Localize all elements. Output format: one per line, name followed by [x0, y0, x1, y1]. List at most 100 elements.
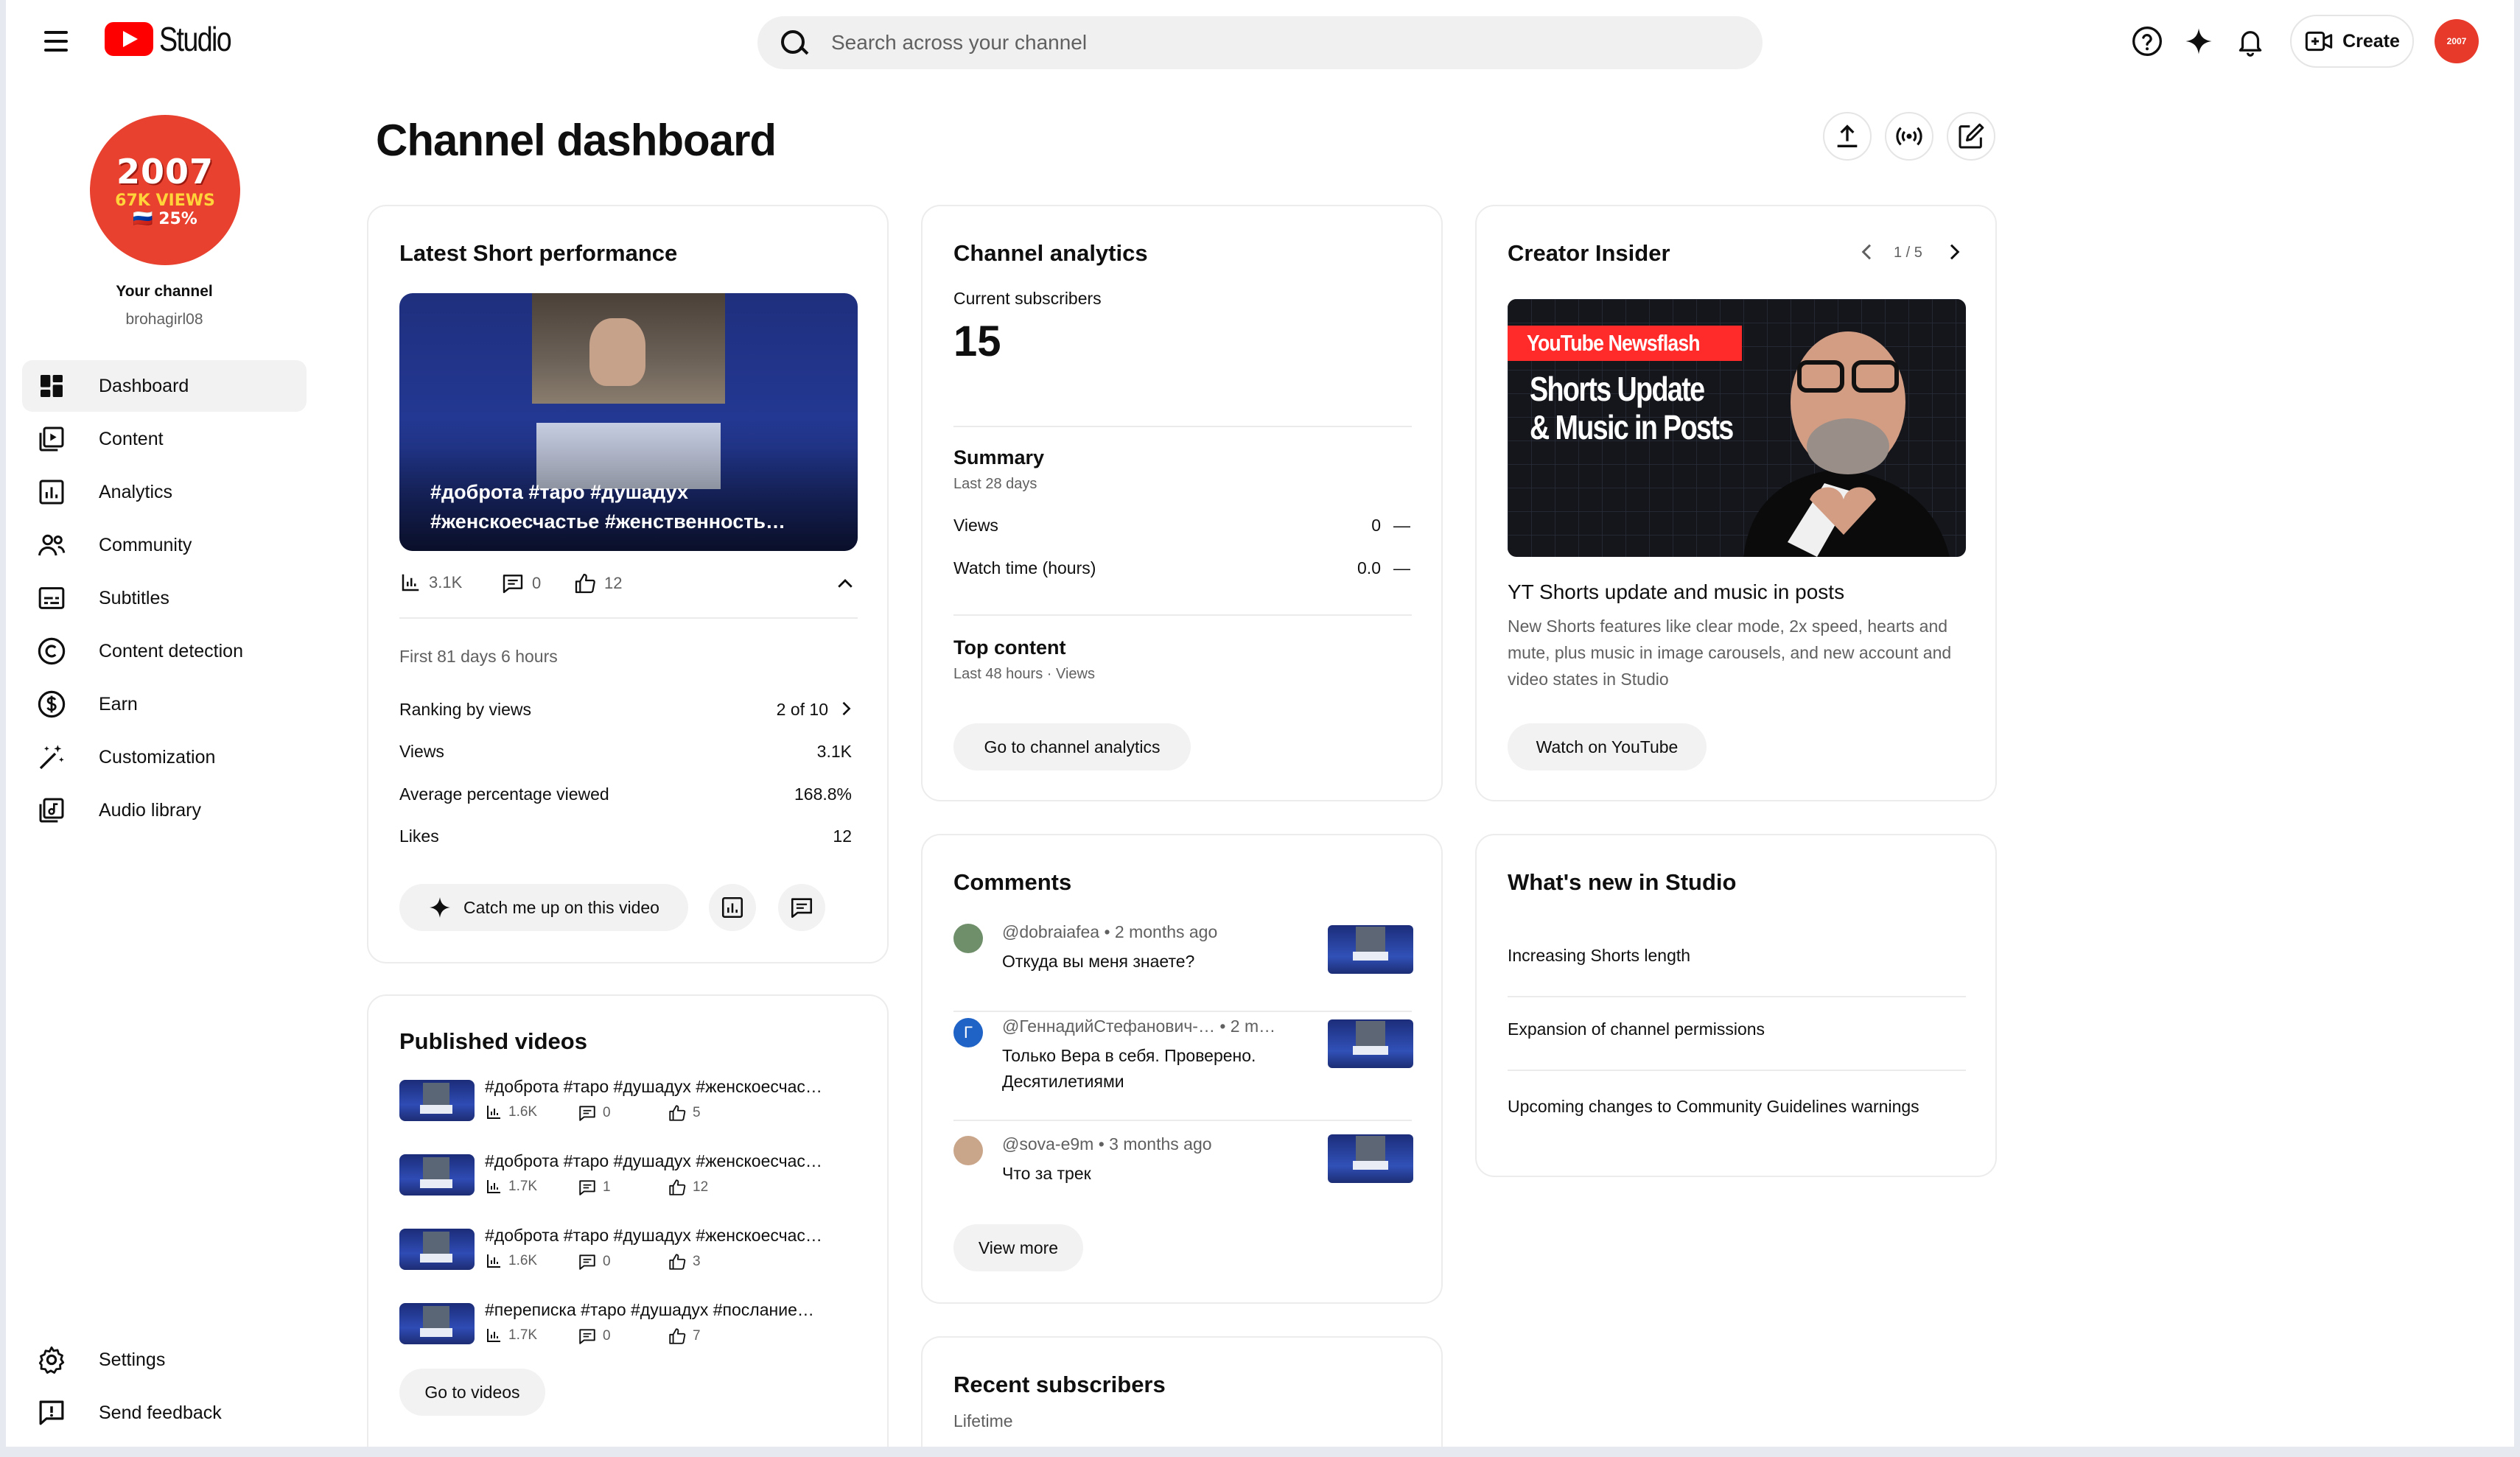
- video-title: #переписка #таро #душадух #послание…: [485, 1300, 814, 1319]
- sidebar-item-customization[interactable]: Customization: [22, 731, 307, 783]
- video-comments-button[interactable]: [778, 884, 825, 931]
- sidebar-item-analytics[interactable]: Analytics: [22, 466, 307, 518]
- summary-metric-value: 0.0: [1357, 558, 1381, 577]
- sidebar-item-community[interactable]: Community: [22, 519, 307, 571]
- create-button[interactable]: Create: [2290, 15, 2414, 68]
- go-to-videos-label: Go to videos: [424, 1382, 520, 1402]
- metric-value: 168.8%: [794, 784, 852, 804]
- copyright-icon: [35, 635, 68, 667]
- trend-indicator: —: [1393, 516, 1410, 535]
- short-comments-value: 0: [532, 574, 542, 592]
- sidebar-item-content[interactable]: Content: [22, 413, 307, 465]
- studio-logo-text: Studio: [159, 20, 232, 58]
- upload-button[interactable]: [1823, 112, 1872, 161]
- search-icon[interactable]: [778, 27, 809, 58]
- search-input[interactable]: [831, 31, 1642, 55]
- bar-chart-icon: [487, 1180, 500, 1193]
- bar-chart-icon: [487, 1254, 500, 1268]
- notifications-bell-icon[interactable]: [2231, 22, 2269, 60]
- youtube-play-icon: [105, 22, 153, 56]
- go-to-videos-button[interactable]: Go to videos: [399, 1369, 545, 1416]
- sidebar-item-dashboard[interactable]: Dashboard: [22, 360, 307, 412]
- menu-icon[interactable]: [34, 21, 78, 62]
- divider: [953, 426, 1412, 427]
- thumbs-up-icon: [669, 1105, 686, 1121]
- latest-short-card: Latest Short performance #доброта #таро …: [367, 205, 889, 963]
- analytics-icon: [721, 896, 743, 919]
- audio-library-icon: [35, 794, 68, 826]
- help-icon[interactable]: [2128, 22, 2166, 60]
- comment-author: @sova-e9m: [1002, 1134, 1094, 1154]
- banner-headline: Shorts Update & Music in Posts: [1530, 370, 1734, 446]
- go-live-button[interactable]: [1885, 112, 1933, 161]
- video-list-item[interactable]: #доброта #таро #душадух #женскоесчас… 1.…: [399, 1077, 864, 1136]
- comment-item[interactable]: Г @ГеннадийСтефанович-… • 2 m… Только Ве…: [953, 1017, 1418, 1112]
- ranking-value[interactable]: 2 of 10: [777, 700, 828, 720]
- comment-text: Что за трек: [1002, 1164, 1091, 1183]
- video-likes-value: 3: [693, 1254, 701, 1269]
- collapse-chevron-icon[interactable]: [834, 573, 856, 595]
- channel-avatar-line2: 67K VIEWS: [115, 192, 215, 210]
- catch-me-up-button[interactable]: Catch me up on this video: [399, 884, 688, 931]
- account-avatar[interactable]: 2007: [2435, 19, 2479, 63]
- go-to-channel-analytics-button[interactable]: Go to channel analytics: [953, 723, 1191, 770]
- catch-me-up-label: Catch me up on this video: [463, 897, 659, 917]
- banner-headline-line2: & Music in Posts: [1530, 408, 1734, 446]
- sidebar-item-label: Earn: [99, 693, 138, 715]
- watch-on-youtube-button[interactable]: Watch on YouTube: [1508, 723, 1707, 770]
- video-list-item[interactable]: #переписка #таро #душадух #послание… 1.7…: [399, 1300, 864, 1359]
- video-likes-stat: 7: [668, 1327, 701, 1346]
- creator-insider-thumbnail[interactable]: YouTube Newsflash Shorts Update & Music …: [1508, 299, 1966, 557]
- sidebar-item-earn[interactable]: Earn: [22, 678, 307, 730]
- short-thumbnail[interactable]: #доброта #таро #душадух #женскоесчастье …: [399, 293, 858, 551]
- card-title: Channel analytics: [953, 240, 1148, 266]
- studio-logo[interactable]: Studio: [105, 19, 246, 59]
- sidebar-item-audio-library[interactable]: Audio library: [22, 784, 307, 836]
- view-more-button[interactable]: View more: [953, 1224, 1083, 1271]
- comment-item[interactable]: @sova-e9m • 3 months ago Что за трек: [953, 1134, 1418, 1208]
- bar-chart-icon: [487, 1106, 500, 1119]
- comment-item[interactable]: @dobraiafea • 2 months ago Откуда вы мен…: [953, 922, 1418, 1003]
- sidebar-item-subtitles[interactable]: Subtitles: [22, 572, 307, 624]
- whats-new-item[interactable]: Expansion of channel permissions: [1508, 1019, 1765, 1039]
- chevron-right-icon[interactable]: [1942, 240, 1966, 264]
- channel-avatar[interactable]: 2007 67K VIEWS 🇷🇺 25%: [90, 115, 240, 265]
- ranking-label: Ranking by views: [399, 700, 531, 719]
- create-video-icon: [2305, 31, 2333, 52]
- sidebar-item-send-feedback[interactable]: Send feedback: [22, 1387, 307, 1439]
- search-bar[interactable]: [757, 16, 1763, 69]
- trend-indicator: —: [1393, 558, 1410, 577]
- sidebar-item-label: Community: [99, 534, 192, 555]
- whats-new-item[interactable]: Increasing Shorts length: [1508, 946, 1690, 966]
- video-comments-stat: 0: [578, 1252, 611, 1271]
- create-post-button[interactable]: [1947, 112, 1995, 161]
- bar-chart-icon: [487, 1329, 500, 1342]
- community-icon: [35, 529, 68, 561]
- chevron-right-icon[interactable]: [836, 698, 856, 719]
- watch-on-youtube-label: Watch on YouTube: [1536, 737, 1679, 756]
- comment-time: • 2 m…: [1219, 1017, 1276, 1036]
- video-list-item[interactable]: #доброта #таро #душадух #женскоесчас… 1.…: [399, 1226, 864, 1285]
- metric-label: Views: [399, 742, 444, 761]
- commenter-avatar: [953, 924, 983, 953]
- video-title: #доброта #таро #душадух #женскоесчас…: [485, 1151, 822, 1170]
- card-title: Recent subscribers: [953, 1372, 1166, 1397]
- create-button-label: Create: [2342, 30, 2400, 52]
- thumbs-up-icon: [669, 1254, 686, 1270]
- video-comments-stat: 0: [578, 1103, 611, 1123]
- video-analytics-button[interactable]: [709, 884, 756, 931]
- sidebar-item-settings[interactable]: Settings: [22, 1334, 307, 1386]
- banner-tag-text: YouTube Newsflash: [1527, 330, 1701, 356]
- sidebar-item-content-detection[interactable]: Content detection: [22, 625, 307, 677]
- video-title: #доброта #таро #душадух #женскоесчас…: [485, 1077, 822, 1096]
- gear-icon: [35, 1344, 68, 1376]
- whats-new-item[interactable]: Upcoming changes to Community Guidelines…: [1508, 1093, 1950, 1120]
- comment-icon: [579, 1180, 595, 1196]
- divider: [1508, 996, 1966, 997]
- insider-video-title[interactable]: YT Shorts update and music in posts: [1508, 580, 1844, 604]
- sparkle-icon[interactable]: [2180, 22, 2218, 60]
- subscribers-count: 15: [953, 317, 1001, 365]
- chevron-left-icon[interactable]: [1855, 240, 1879, 264]
- video-list-item[interactable]: #доброта #таро #душадух #женскоесчас… 1.…: [399, 1151, 864, 1210]
- analytics-icon: [35, 476, 68, 508]
